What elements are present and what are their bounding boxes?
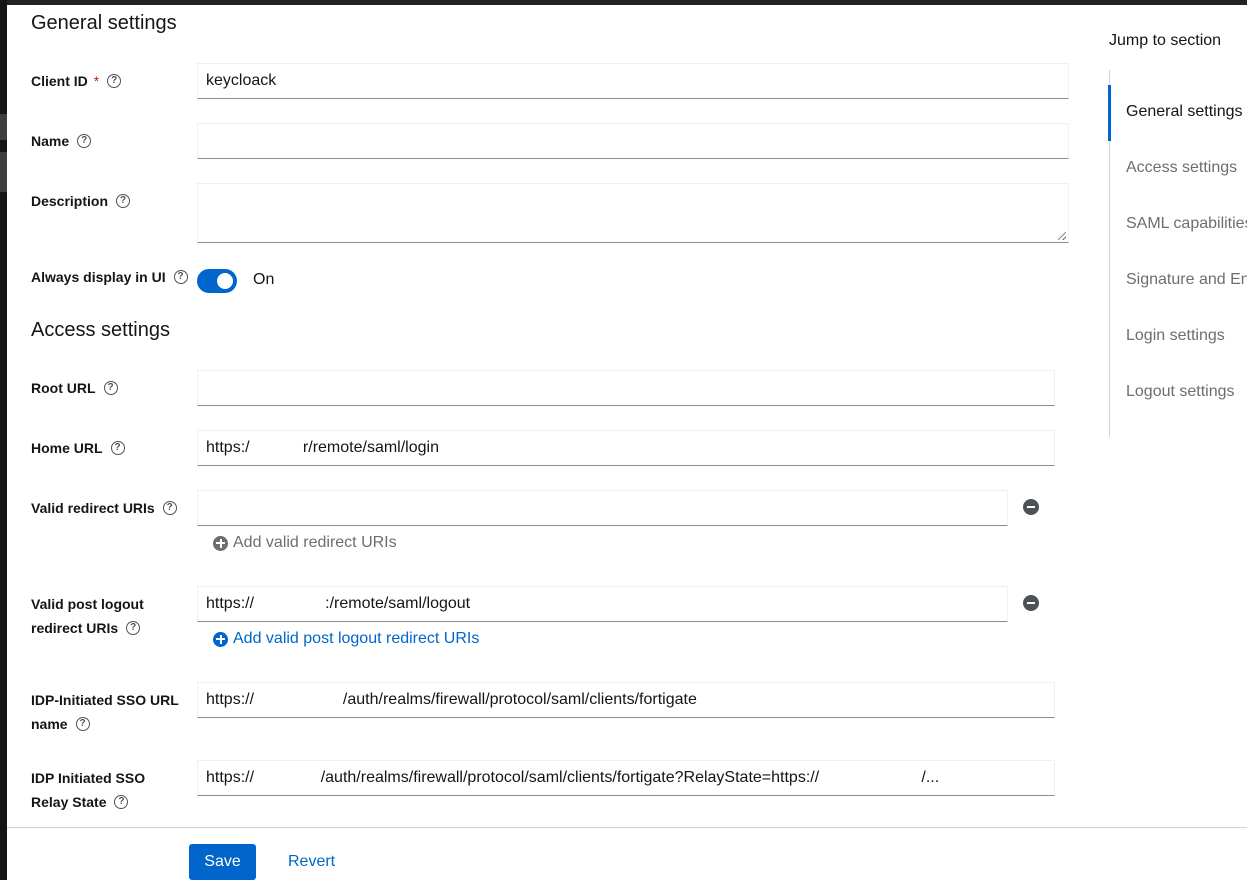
jump-to-section-nav: General settings Access settings SAML ca…	[1108, 70, 1247, 437]
left-edge-segment	[0, 152, 7, 192]
access-settings-title: Access settings	[31, 319, 170, 341]
client-id-label-text: Client ID	[31, 73, 88, 89]
post-logout-label-line2-wrap: redirect URIs ?	[31, 616, 144, 640]
root-url-input[interactable]	[197, 370, 1055, 406]
always-display-label: Always display in UI ?	[31, 265, 188, 289]
left-edge-segment	[0, 114, 7, 140]
idp-relay-label-line2-wrap: Relay State ?	[31, 790, 145, 814]
always-display-toggle[interactable]	[197, 269, 237, 293]
left-edge	[0, 0, 7, 880]
home-url-input[interactable]: https:/ r/remote/saml/login	[197, 430, 1055, 466]
help-icon[interactable]: ?	[107, 74, 122, 88]
post-logout-input[interactable]: https:// :/remote/saml/logout	[197, 586, 1008, 622]
add-redirect-text: Add valid redirect URIs	[233, 534, 397, 551]
idp-sso-name-label-line1: IDP-Initiated SSO URL	[31, 692, 179, 708]
add-redirect-link[interactable]: Add valid redirect URIs	[213, 534, 397, 552]
required-marker: *	[93, 73, 100, 89]
jump-to-section-title: Jump to section	[1109, 32, 1222, 49]
general-settings-title: General settings	[31, 12, 177, 34]
valid-redirect-input[interactable]	[197, 490, 1008, 526]
valid-redirect-label: Valid redirect URIs ?	[31, 496, 177, 520]
idp-sso-name-input[interactable]: https:// /auth/realms/firewall/protocol/…	[197, 682, 1055, 718]
post-logout-label: Valid post logout redirect URIs ?	[31, 592, 144, 640]
jump-logout-settings[interactable]: Logout settings	[1126, 383, 1235, 401]
help-icon[interactable]: ?	[75, 717, 90, 731]
home-url-label-text: Home URL	[31, 440, 103, 456]
remove-post-logout-icon[interactable]	[1023, 595, 1039, 611]
jump-login-settings[interactable]: Login settings	[1126, 327, 1225, 345]
resize-handle-icon[interactable]	[1058, 232, 1066, 240]
idp-sso-name-label: IDP-Initiated SSO URL name ?	[31, 688, 179, 736]
revert-button[interactable]: Revert	[273, 844, 350, 880]
idp-relay-input[interactable]: https:// /auth/realms/firewall/protocol/…	[197, 760, 1055, 796]
help-icon[interactable]: ?	[103, 381, 118, 395]
add-post-logout-link[interactable]: Add valid post logout redirect URIs	[213, 630, 479, 648]
client-id-input[interactable]: keycloack	[197, 63, 1069, 99]
home-url-label: Home URL ?	[31, 436, 125, 460]
save-button[interactable]: Save	[189, 844, 256, 880]
description-label-text: Description	[31, 193, 109, 209]
help-icon[interactable]: ?	[126, 621, 141, 635]
name-label: Name ?	[31, 129, 92, 153]
help-icon[interactable]: ?	[110, 441, 125, 455]
idp-relay-label: IDP Initiated SSO Relay State ?	[31, 766, 145, 814]
add-post-logout-text: Add valid post logout redirect URIs	[233, 630, 480, 647]
help-icon[interactable]: ?	[77, 134, 92, 148]
idp-relay-label-line1: IDP Initiated SSO	[31, 770, 146, 786]
help-icon[interactable]: ?	[173, 270, 188, 284]
jump-signature-encryption[interactable]: Signature and Encryption	[1126, 271, 1247, 289]
jump-general-settings[interactable]: General settings	[1126, 103, 1243, 121]
name-label-text: Name	[31, 133, 70, 149]
help-icon[interactable]: ?	[116, 194, 131, 208]
idp-sso-name-label-line2-wrap: name ?	[31, 712, 179, 736]
plus-circle-icon	[213, 535, 228, 551]
description-label: Description ?	[31, 189, 131, 213]
remove-redirect-icon[interactable]	[1023, 499, 1039, 515]
main-form: General settings Client ID * ? keycloack…	[7, 5, 1247, 880]
jump-saml-capabilities[interactable]: SAML capabilities	[1126, 215, 1247, 233]
jump-access-settings[interactable]: Access settings	[1126, 159, 1237, 177]
plus-circle-icon	[213, 631, 228, 647]
active-indicator	[1108, 85, 1111, 141]
help-icon[interactable]: ?	[162, 501, 177, 515]
toggle-knob	[217, 273, 233, 289]
name-input[interactable]	[197, 123, 1069, 159]
valid-redirect-label-text: Valid redirect URIs	[31, 500, 155, 516]
always-display-label-text: Always display in UI	[31, 269, 166, 285]
post-logout-label-line2: redirect URIs	[31, 620, 119, 636]
idp-relay-label-line2: Relay State	[31, 794, 107, 810]
description-textarea[interactable]	[197, 183, 1069, 243]
root-url-label-text: Root URL	[31, 380, 96, 396]
client-id-label: Client ID * ?	[31, 69, 122, 93]
always-display-state: On	[253, 271, 275, 288]
help-icon[interactable]: ?	[114, 795, 129, 809]
root-url-label: Root URL ?	[31, 376, 118, 400]
post-logout-label-line1: Valid post logout	[31, 596, 144, 612]
idp-sso-name-label-line2: name	[31, 716, 68, 732]
form-footer: Save Revert	[7, 827, 1247, 880]
